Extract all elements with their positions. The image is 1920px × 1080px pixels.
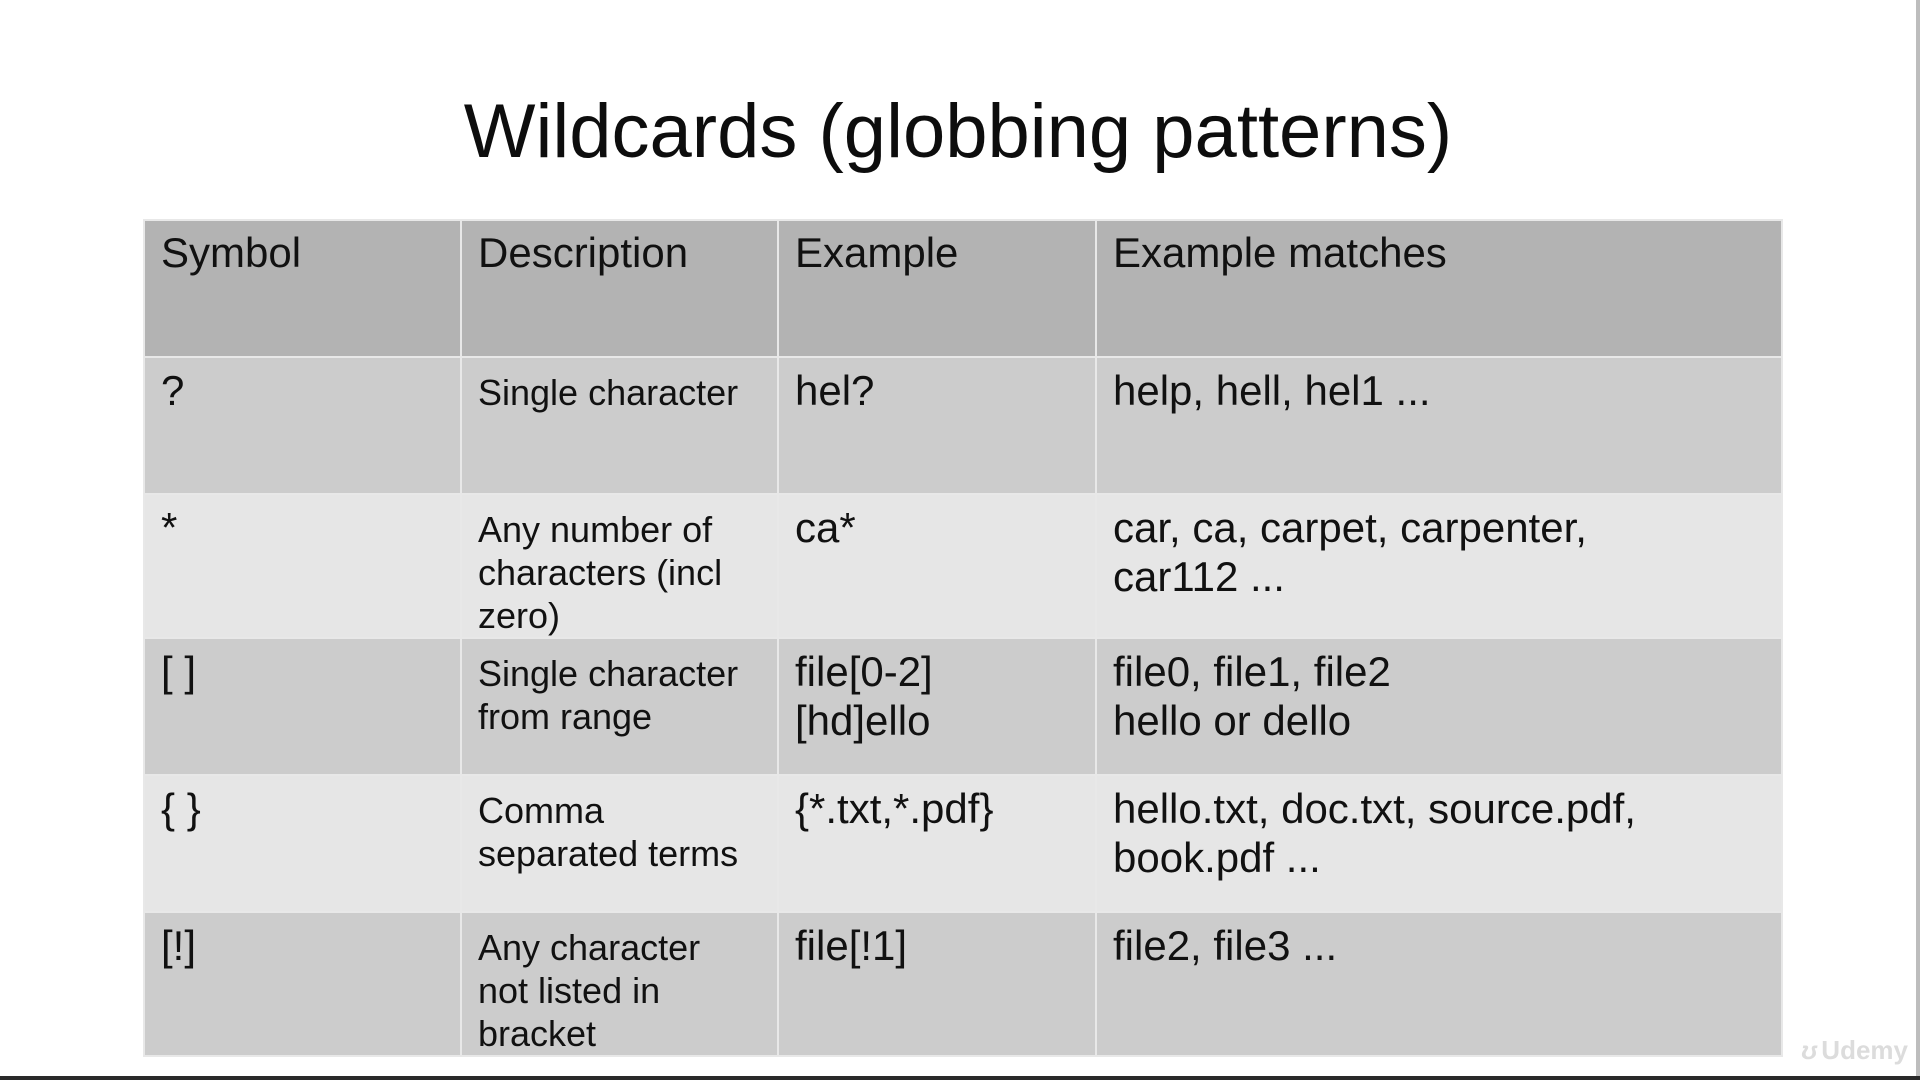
table-row: [!] Any character not listed in bracket … bbox=[143, 911, 1783, 1057]
description-line: Any number of bbox=[478, 509, 713, 550]
description-line: not listed in bbox=[478, 970, 661, 1011]
description-cell: Any character not listed in bracket bbox=[460, 911, 779, 1057]
description-cell: Comma separated terms bbox=[460, 774, 779, 913]
matches-line: car, ca, carpet, carpenter, bbox=[1113, 504, 1587, 551]
symbol-text: [ ] bbox=[161, 648, 197, 695]
description-line: from range bbox=[478, 696, 653, 737]
matches-line: file0, file1, file2 bbox=[1113, 648, 1391, 695]
description-line: characters (incl bbox=[478, 552, 723, 593]
table-row: { } Comma separated terms {*.txt,*.pdf} … bbox=[143, 774, 1783, 913]
example-cell: {*.txt,*.pdf} bbox=[777, 774, 1097, 913]
table-row: ? Single character hel? help, hell, hel1… bbox=[143, 356, 1783, 495]
table-row: [ ] Single character from range file[0-2… bbox=[143, 637, 1783, 776]
symbol-cell: * bbox=[143, 493, 462, 639]
example-line: [hd]ello bbox=[795, 697, 931, 744]
table-header-row: Symbol Description Example Example match… bbox=[143, 219, 1783, 358]
matches-cell: file0, file1, file2 hello or dello bbox=[1095, 637, 1783, 776]
bottom-edge-divider bbox=[0, 1076, 1920, 1080]
udemy-logo-icon: ʊ bbox=[1801, 1035, 1818, 1065]
wildcards-table: Symbol Description Example Example match… bbox=[143, 219, 1783, 1057]
symbol-text: { } bbox=[161, 785, 201, 832]
matches-line: hello.txt, doc.txt, source.pdf, bbox=[1113, 785, 1636, 832]
matches-cell: help, hell, hel1 ... bbox=[1095, 356, 1783, 495]
right-edge-divider bbox=[1916, 0, 1920, 1080]
description-line: Any character bbox=[478, 927, 701, 968]
example-line: file[!1] bbox=[795, 922, 908, 969]
example-cell: file[0-2] [hd]ello bbox=[777, 637, 1097, 776]
description-cell: Single character bbox=[460, 356, 779, 495]
description-line: zero) bbox=[478, 595, 561, 636]
header-description: Description bbox=[460, 219, 779, 358]
example-cell: file[!1] bbox=[777, 911, 1097, 1057]
description-line: Single character bbox=[478, 372, 739, 413]
header-example-matches: Example matches bbox=[1095, 219, 1783, 358]
slide-title: Wildcards (globbing patterns) bbox=[463, 89, 1453, 174]
symbol-cell: ? bbox=[143, 356, 462, 495]
matches-cell: car, ca, carpet, carpenter, car112 ... bbox=[1095, 493, 1783, 639]
matches-line: hello or dello bbox=[1113, 697, 1352, 744]
description-line: separated terms bbox=[478, 833, 739, 874]
symbol-text: * bbox=[161, 504, 178, 551]
matches-line: file2, file3 ... bbox=[1113, 922, 1338, 969]
symbol-cell: { } bbox=[143, 774, 462, 913]
example-line: hel? bbox=[795, 367, 875, 414]
matches-cell: file2, file3 ... bbox=[1095, 911, 1783, 1057]
description-line: Single character bbox=[478, 653, 739, 694]
symbol-cell: [ ] bbox=[143, 637, 462, 776]
watermark-text: Udemy bbox=[1821, 1035, 1908, 1065]
matches-line: help, hell, hel1 ... bbox=[1113, 367, 1431, 414]
header-symbol: Symbol bbox=[143, 219, 462, 358]
header-example: Example bbox=[777, 219, 1097, 358]
description-cell: Single character from range bbox=[460, 637, 779, 776]
example-line: file[0-2] bbox=[795, 648, 933, 695]
description-line: Comma bbox=[478, 790, 605, 831]
symbol-cell: [!] bbox=[143, 911, 462, 1057]
matches-line: book.pdf ... bbox=[1113, 834, 1321, 881]
description-cell: Any number of characters (incl zero) bbox=[460, 493, 779, 639]
symbol-text: ? bbox=[161, 367, 185, 414]
matches-cell: hello.txt, doc.txt, source.pdf, book.pdf… bbox=[1095, 774, 1783, 913]
slide: Wildcards (globbing patterns) Symbol Des… bbox=[0, 0, 1916, 1076]
matches-line: car112 ... bbox=[1113, 553, 1285, 600]
example-cell: ca* bbox=[777, 493, 1097, 639]
description-line: bracket bbox=[478, 1013, 597, 1054]
example-cell: hel? bbox=[777, 356, 1097, 495]
symbol-text: [!] bbox=[161, 922, 197, 969]
example-line: ca* bbox=[795, 504, 856, 551]
example-line: {*.txt,*.pdf} bbox=[795, 785, 994, 832]
table-row: * Any number of characters (incl zero) c… bbox=[143, 493, 1783, 639]
udemy-watermark: ʊ Udemy bbox=[1801, 1035, 1908, 1066]
